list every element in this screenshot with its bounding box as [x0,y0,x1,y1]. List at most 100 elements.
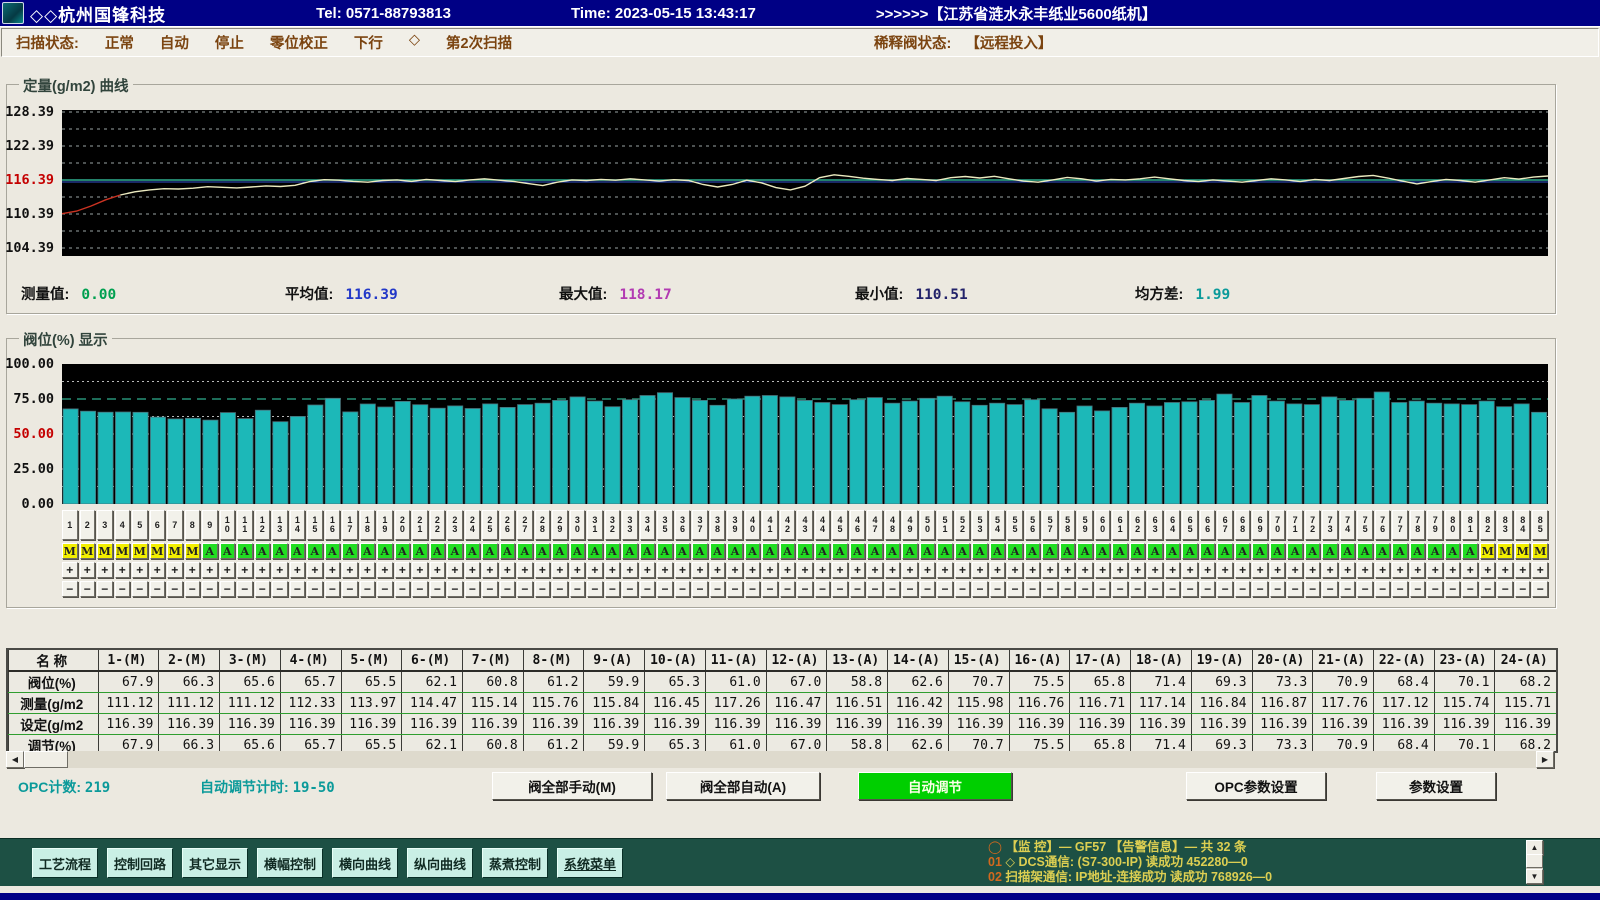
zone-number-button[interactable]: 45 [832,510,848,540]
zone-decrease-button[interactable]: − [710,581,726,597]
zone-increase-button[interactable]: + [762,562,778,578]
control-button[interactable]: 阀全部手动(M) [492,772,652,800]
zone-number-button[interactable]: 83 [1497,510,1513,540]
zone-mode-button[interactable]: M [80,543,96,559]
zone-increase-button[interactable]: + [447,562,463,578]
zone-mode-button[interactable]: M [1497,543,1513,559]
zone-mode-button[interactable]: A [237,543,253,559]
zone-number-button[interactable]: 63 [1147,510,1163,540]
zone-increase-button[interactable]: + [640,562,656,578]
zone-number-button[interactable]: 15 [307,510,323,540]
zone-increase-button[interactable]: + [937,562,953,578]
zone-number-button[interactable]: 37 [692,510,708,540]
scroll-up-button[interactable]: ▲ [1526,840,1543,855]
zone-decrease-button[interactable]: − [1515,581,1531,597]
zone-mode-button[interactable]: A [1200,543,1216,559]
zone-decrease-button[interactable]: − [62,581,78,597]
zone-increase-button[interactable]: + [167,562,183,578]
zone-mode-button[interactable]: A [1147,543,1163,559]
zone-number-button[interactable]: 42 [780,510,796,540]
zone-decrease-button[interactable]: − [1112,581,1128,597]
zone-mode-button[interactable]: M [1515,543,1531,559]
zone-increase-button[interactable]: + [465,562,481,578]
zone-increase-button[interactable]: + [727,562,743,578]
zone-increase-button[interactable]: + [552,562,568,578]
zone-number-button[interactable]: 8 [185,510,201,540]
zone-number-button[interactable]: 5 [132,510,148,540]
zone-decrease-button[interactable]: − [500,581,516,597]
zone-number-button[interactable]: 12 [255,510,271,540]
zone-increase-button[interactable]: + [657,562,673,578]
zone-decrease-button[interactable]: − [325,581,341,597]
zone-increase-button[interactable]: + [132,562,148,578]
zone-decrease-button[interactable]: − [1270,581,1286,597]
zone-increase-button[interactable]: + [185,562,201,578]
zone-number-button[interactable]: 68 [1235,510,1251,540]
nav-button[interactable]: 横向曲线 [332,848,398,878]
zone-increase-button[interactable]: + [1392,562,1408,578]
zone-mode-button[interactable]: A [1445,543,1461,559]
zone-increase-button[interactable]: + [395,562,411,578]
zone-decrease-button[interactable]: − [1042,581,1058,597]
zone-mode-button[interactable]: M [150,543,166,559]
zone-decrease-button[interactable]: − [657,581,673,597]
zone-mode-button[interactable]: A [500,543,516,559]
zone-mode-button[interactable]: M [167,543,183,559]
zone-increase-button[interactable]: + [867,562,883,578]
zone-mode-button[interactable]: A [972,543,988,559]
zone-mode-button[interactable]: M [1532,543,1548,559]
zone-number-button[interactable]: 27 [517,510,533,540]
zone-increase-button[interactable]: + [1147,562,1163,578]
zone-number-button[interactable]: 38 [710,510,726,540]
scan-status-item[interactable]: ◇ [409,32,420,53]
zone-number-button[interactable]: 10 [220,510,236,540]
zone-increase-button[interactable]: + [220,562,236,578]
zone-decrease-button[interactable]: − [1095,581,1111,597]
zone-decrease-button[interactable]: − [692,581,708,597]
zone-increase-button[interactable]: + [1515,562,1531,578]
zone-decrease-button[interactable]: − [342,581,358,597]
zone-decrease-button[interactable]: − [1130,581,1146,597]
zone-increase-button[interactable]: + [482,562,498,578]
zone-mode-button[interactable]: A [307,543,323,559]
zone-decrease-button[interactable]: − [727,581,743,597]
zone-mode-button[interactable]: A [290,543,306,559]
zone-decrease-button[interactable]: − [850,581,866,597]
zone-increase-button[interactable]: + [1480,562,1496,578]
zone-increase-button[interactable]: + [1322,562,1338,578]
zone-number-button[interactable]: 47 [867,510,883,540]
zone-decrease-button[interactable]: − [150,581,166,597]
nav-button[interactable]: 蒸煮控制 [482,848,548,878]
zone-mode-button[interactable]: A [465,543,481,559]
zone-mode-button[interactable]: A [990,543,1006,559]
zone-number-button[interactable]: 54 [990,510,1006,540]
zone-increase-button[interactable]: + [1077,562,1093,578]
zone-mode-button[interactable]: M [97,543,113,559]
zone-number-button[interactable]: 20 [395,510,411,540]
zone-increase-button[interactable]: + [692,562,708,578]
zone-mode-button[interactable]: A [797,543,813,559]
zone-decrease-button[interactable]: − [920,581,936,597]
zone-number-button[interactable]: 65 [1182,510,1198,540]
zone-number-button[interactable]: 1 [62,510,78,540]
zone-decrease-button[interactable]: − [412,581,428,597]
zone-decrease-button[interactable]: − [955,581,971,597]
zone-increase-button[interactable]: + [325,562,341,578]
zone-mode-button[interactable]: A [920,543,936,559]
zone-increase-button[interactable]: + [412,562,428,578]
zone-number-button[interactable]: 33 [622,510,638,540]
zone-mode-button[interactable]: A [342,543,358,559]
zone-mode-button[interactable]: A [1112,543,1128,559]
zone-increase-button[interactable]: + [675,562,691,578]
zone-decrease-button[interactable]: − [447,581,463,597]
zone-decrease-button[interactable]: − [1497,581,1513,597]
zone-number-button[interactable]: 69 [1252,510,1268,540]
zone-mode-button[interactable]: M [132,543,148,559]
zone-increase-button[interactable]: + [1357,562,1373,578]
zone-decrease-button[interactable]: − [815,581,831,597]
zone-number-button[interactable]: 32 [605,510,621,540]
zone-increase-button[interactable]: + [850,562,866,578]
zone-decrease-button[interactable]: − [832,581,848,597]
zone-number-button[interactable]: 4 [115,510,131,540]
scroll-right-button[interactable]: ▶ [1536,751,1554,768]
